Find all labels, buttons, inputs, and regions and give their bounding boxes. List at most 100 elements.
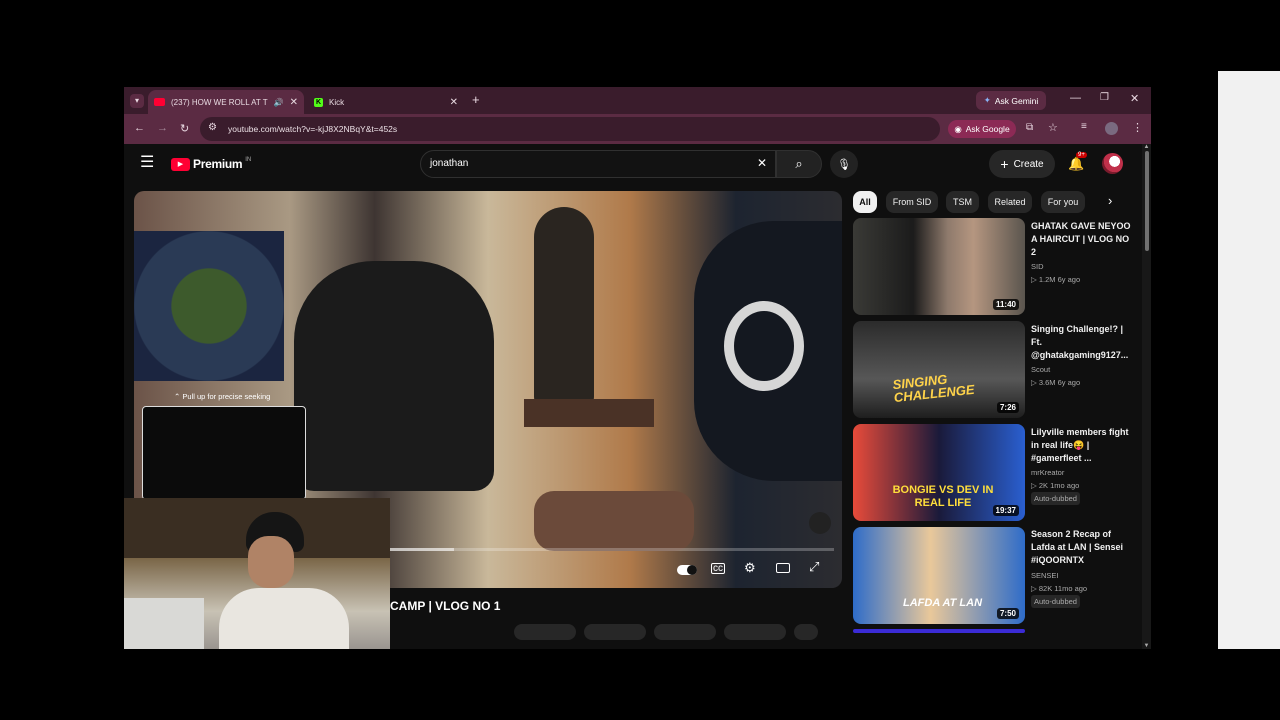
settings-gear-icon[interactable]: ⚙: [744, 560, 756, 576]
notifications-button[interactable]: 🔔 9+: [1068, 152, 1087, 172]
youtube-icon: [154, 98, 165, 106]
youtube-premium-logo[interactable]: ▶ Premium IN: [171, 157, 251, 171]
duration-badge: 7:50: [996, 608, 1019, 619]
recommendation-title[interactable]: Season 2 Recap of Lafda at LAN | Sensei …: [1031, 528, 1135, 567]
recommendation-title[interactable]: Singing Challenge!? | Ft. @ghatakgaming9…: [1031, 323, 1135, 362]
toolbar: ← → ↻ ⚙ youtube.com/watch?v=-kjJ8X2NBqY&…: [124, 114, 1151, 144]
download-button[interactable]: [654, 624, 716, 640]
video-title: CAMP | VLOG NO 1: [390, 599, 501, 613]
forward-icon[interactable]: →: [157, 122, 168, 134]
streamer-shirt: [219, 588, 349, 649]
back-icon[interactable]: ←: [134, 122, 145, 134]
wall-map-frame: [134, 231, 284, 381]
recommendation-stats: ▷ 2K 1mo ago: [1031, 481, 1080, 490]
speaker-icon[interactable]: 🔊: [274, 98, 284, 107]
captions-icon[interactable]: cc: [711, 563, 725, 574]
kick-icon: K: [314, 97, 323, 107]
ask-gemini-label: Ask Gemini: [994, 95, 1039, 106]
recommendation-channel[interactable]: SID: [1031, 260, 1044, 273]
close-tab-icon[interactable]: ✕: [290, 97, 298, 108]
youtube-play-icon: ▶: [171, 157, 190, 171]
recommendation-channel[interactable]: Scout: [1031, 363, 1050, 376]
search-input[interactable]: jonathan ✕: [420, 150, 776, 178]
streamer-face: [248, 536, 294, 588]
badge-label: Auto-dubbed: [1031, 492, 1080, 505]
account-avatar[interactable]: [1102, 153, 1123, 174]
scroll-up-icon[interactable]: ▲: [1142, 144, 1151, 150]
action-buttons-row[interactable]: [514, 624, 844, 644]
thumbnail-text: BONGIE VS DEV IN REAL LIFE: [892, 484, 994, 509]
close-tab-icon[interactable]: ✕: [450, 97, 458, 108]
youtube-masthead: ☰ ▶ Premium IN jonathan ✕ ⌕ 🎙 + Create 🔔…: [124, 144, 1142, 186]
autoplay-toggle[interactable]: [677, 565, 697, 575]
tab-kick[interactable]: K Kick ✕: [308, 90, 464, 114]
progress-buffered: [390, 548, 454, 551]
tab-search-chevron-icon[interactable]: ▾: [130, 94, 144, 108]
duration-badge: 19:37: [992, 505, 1019, 516]
more-button[interactable]: [794, 624, 818, 640]
standing-figure: [534, 207, 594, 407]
reload-icon[interactable]: ↻: [180, 122, 189, 135]
microphone-icon: 🎙: [837, 158, 851, 171]
lens-icon: ◉: [954, 123, 962, 134]
chip-tsm[interactable]: TSM: [946, 191, 979, 213]
search-icon: ⌕: [795, 156, 803, 171]
chip-related[interactable]: Related: [988, 191, 1032, 213]
auto-dubbed-badge: Auto-dubbed: [1031, 492, 1080, 505]
hamburger-menu-icon[interactable]: ☰: [140, 155, 154, 171]
fullscreen-icon[interactable]: ⤢: [809, 559, 819, 575]
thumbnail-text: SINGING CHALLENGE: [891, 371, 976, 406]
chip-for-you[interactable]: For you: [1041, 191, 1085, 213]
recommendation-stats: ▷ 1.2M 6y ago: [1031, 275, 1081, 284]
profile-avatar[interactable]: [1105, 122, 1118, 135]
gemini-icon: ✦: [983, 95, 991, 105]
plus-icon: +: [1000, 156, 1009, 172]
search-button[interactable]: ⌕: [776, 150, 822, 178]
table-top: [524, 399, 654, 427]
recommendation-thumbnail[interactable]: 11:40: [853, 218, 1025, 315]
ask-gemini-button[interactable]: ✦ Ask Gemini: [976, 91, 1046, 110]
browser-window: ▾ (237) HOW WE ROLL AT TH 🔊 ✕ K Kick ✕ +…: [124, 87, 1151, 649]
chip-all[interactable]: All: [853, 191, 877, 213]
new-tab-icon[interactable]: +: [472, 92, 480, 107]
recommendation-stats: ▷ 3.6M 6y ago: [1031, 378, 1081, 387]
theater-mode-icon[interactable]: [776, 563, 790, 573]
address-bar[interactable]: ⚙ youtube.com/watch?v=-kjJ8X2NBqY&t=452s: [200, 117, 940, 141]
recommendation-stats: ▷ 82K 11mo ago: [1031, 584, 1088, 593]
page-scrollbar[interactable]: ▲ ▼: [1142, 144, 1151, 649]
progress-bar[interactable]: [390, 548, 834, 551]
close-window-icon[interactable]: ✕: [1130, 92, 1139, 105]
bookmark-star-icon[interactable]: ☆: [1048, 121, 1058, 134]
scrollbar-thumb[interactable]: [1144, 151, 1149, 251]
recommendation-title[interactable]: GHATAK GAVE NEYOO A HAIRCUT | VLOG NO 2: [1031, 220, 1135, 259]
scroll-down-icon[interactable]: ▼: [1142, 643, 1151, 649]
restore-icon[interactable]: ❐: [1100, 92, 1109, 103]
create-button[interactable]: + Create: [989, 150, 1055, 178]
site-info-icon[interactable]: ⚙: [208, 122, 217, 133]
chips-next-icon[interactable]: ›: [1108, 193, 1112, 208]
chip-from-sid[interactable]: From SID: [886, 191, 938, 213]
media-control-icon[interactable]: ≡: [1081, 121, 1087, 132]
bed: [124, 598, 204, 649]
clip-button[interactable]: [724, 624, 786, 640]
tab-youtube[interactable]: (237) HOW WE ROLL AT TH 🔊 ✕: [148, 90, 304, 114]
install-app-icon[interactable]: ⧉: [1026, 122, 1033, 133]
clear-search-icon[interactable]: ✕: [757, 156, 767, 170]
ask-google-button[interactable]: ◉ Ask Google: [948, 120, 1016, 138]
ask-google-label: Ask Google: [965, 124, 1010, 134]
recommendation-thumbnail[interactable]: LAFDA AT LAN 7:50: [853, 527, 1025, 624]
recommendation-thumbnail[interactable]: SINGING CHALLENGE 7:26: [853, 321, 1025, 418]
recommendation-channel[interactable]: mrKreator: [1031, 466, 1064, 479]
minimize-icon[interactable]: —: [1070, 92, 1081, 104]
recommendation-thumbnail[interactable]: BONGIE VS DEV IN REAL LIFE 19:37: [853, 424, 1025, 521]
seek-preview-thumbnail: [142, 406, 306, 500]
voice-search-button[interactable]: 🎙: [830, 150, 858, 178]
share-button[interactable]: [584, 624, 646, 640]
channel-watermark[interactable]: [809, 512, 831, 534]
like-button[interactable]: [514, 624, 576, 640]
create-label: Create: [1013, 158, 1044, 170]
recommendation-channel[interactable]: SENSEI: [1031, 569, 1059, 582]
browser-menu-icon[interactable]: ⋮: [1132, 121, 1143, 134]
background-window-strip: [1218, 71, 1280, 649]
recommendation-title[interactable]: Lilyville members fight in real life😝 | …: [1031, 426, 1135, 465]
